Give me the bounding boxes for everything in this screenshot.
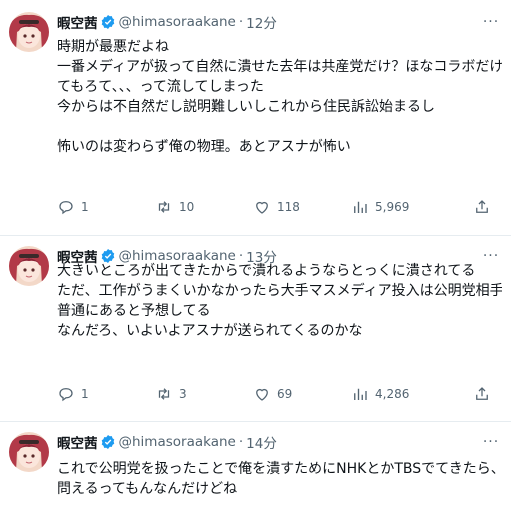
tweet-line: 怖いのは変わらず俺の物理。あとアスナが怖い [57,139,351,155]
reply-count: 1 [81,200,89,214]
timestamp[interactable]: 14分 [246,432,277,452]
avatar[interactable] [9,432,49,472]
tweet-line: 普通にあると予想してる [57,303,211,319]
retweet-button[interactable]: 3 [155,385,253,403]
verified-badge-icon [101,435,114,449]
like-button[interactable]: 69 [253,385,351,403]
tweet-line [57,117,502,137]
separator-dot: · [238,14,244,30]
avatar-image [9,432,49,472]
tweet-header: 暇空茜 @himasoraakane · 12分 [57,12,277,32]
avatar[interactable] [9,246,49,286]
tweet-line: 大きいところが出てきたからで潰れるようならとっくに潰されてる [57,263,476,279]
avatar-image [9,12,49,52]
tweet-header: 暇空茜 @himasoraakane · 14分 [57,432,277,452]
author-handle[interactable]: @himasoraakane [119,14,236,30]
views-icon [354,201,367,213]
timestamp[interactable]: 12分 [246,12,277,32]
share-button[interactable] [451,385,491,403]
tweet-line: これで公明党を扱ったことで俺を潰すためにNHKとかTBSでてきたら、鼎を [57,461,502,477]
like-icon [256,388,268,401]
view-count: 5,969 [375,200,410,214]
tweet-text: 大きいところが出てきたからで潰れるようならとっくに潰されてる ただ、工作がうまく… [57,261,502,341]
avatar[interactable] [9,12,49,52]
tweet-line: なんだろ、いよいよアスナが送られてくるのかな [57,323,363,339]
like-count: 118 [277,200,300,214]
retweet-icon [158,201,170,213]
action-bar: 1 3 69 4,286 [57,384,497,404]
like-button[interactable]: 118 [253,198,351,216]
author-handle[interactable]: @himasoraakane [119,434,236,450]
reply-icon [59,388,73,402]
like-icon [256,201,268,214]
tweet-text: 時期が最悪だよね 一番メディアが扱って自然に潰せた去年は共産党だけ？ほなコラボだ… [57,37,502,157]
tweet-line: 今からは不自然だし説明難しいしこれから住民訴訟始まるし [57,99,435,115]
reply-count: 1 [81,387,89,401]
tweet[interactable]: 暇空茜 @himasoraakane · 12分 ··· 時期が最悪だよね 一番… [0,0,511,236]
share-icon [476,200,488,213]
retweet-count: 10 [179,200,195,214]
tweet-line: ただ、工作がうまくいかなかったら大手マスメディア投入は公明党相手なら [57,283,502,299]
author-name[interactable]: 暇空茜 [57,432,98,452]
retweet-button[interactable]: 10 [155,198,253,216]
tweet-line: てもろて、、、って流してしまった [57,79,264,95]
share-button[interactable] [451,198,491,216]
reply-button[interactable]: 1 [57,198,155,216]
reply-button[interactable]: 1 [57,385,155,403]
views-button[interactable]: 5,969 [351,198,451,216]
author-name[interactable]: 暇空茜 [57,12,98,32]
like-count: 69 [277,387,293,401]
view-count: 4,286 [375,387,410,401]
tweet[interactable]: 暇空茜 @himasoraakane · 14分 ··· これで公明党を扱ったこ… [0,422,511,511]
reply-icon [59,201,73,215]
tweet-line: 問えるってもんなんだけどね [57,481,238,497]
share-icon [476,387,488,400]
views-button[interactable]: 4,286 [351,385,451,403]
avatar-image [9,246,49,286]
separator-dot: · [238,434,244,450]
action-bar: 1 10 118 5,969 [57,197,497,217]
tweet-text: これで公明党を扱ったことで俺を潰すためにNHKとかTBSでてきたら、鼎を 問える… [57,459,502,499]
tweet[interactable]: 暇空茜 @himasoraakane · 13分 ··· 大きいところが出てきた… [0,236,511,422]
more-icon[interactable]: ··· [481,432,501,452]
retweet-icon [158,388,170,400]
tweet-line: 一番メディアが扱って自然に潰せた去年は共産党だけ？ほなコラボだけ外し [57,59,502,75]
tweet-line: 時期が最悪だよね [57,39,169,55]
verified-badge-icon [101,15,114,29]
retweet-count: 3 [179,387,187,401]
views-icon [354,388,367,400]
more-icon[interactable]: ··· [481,12,501,32]
